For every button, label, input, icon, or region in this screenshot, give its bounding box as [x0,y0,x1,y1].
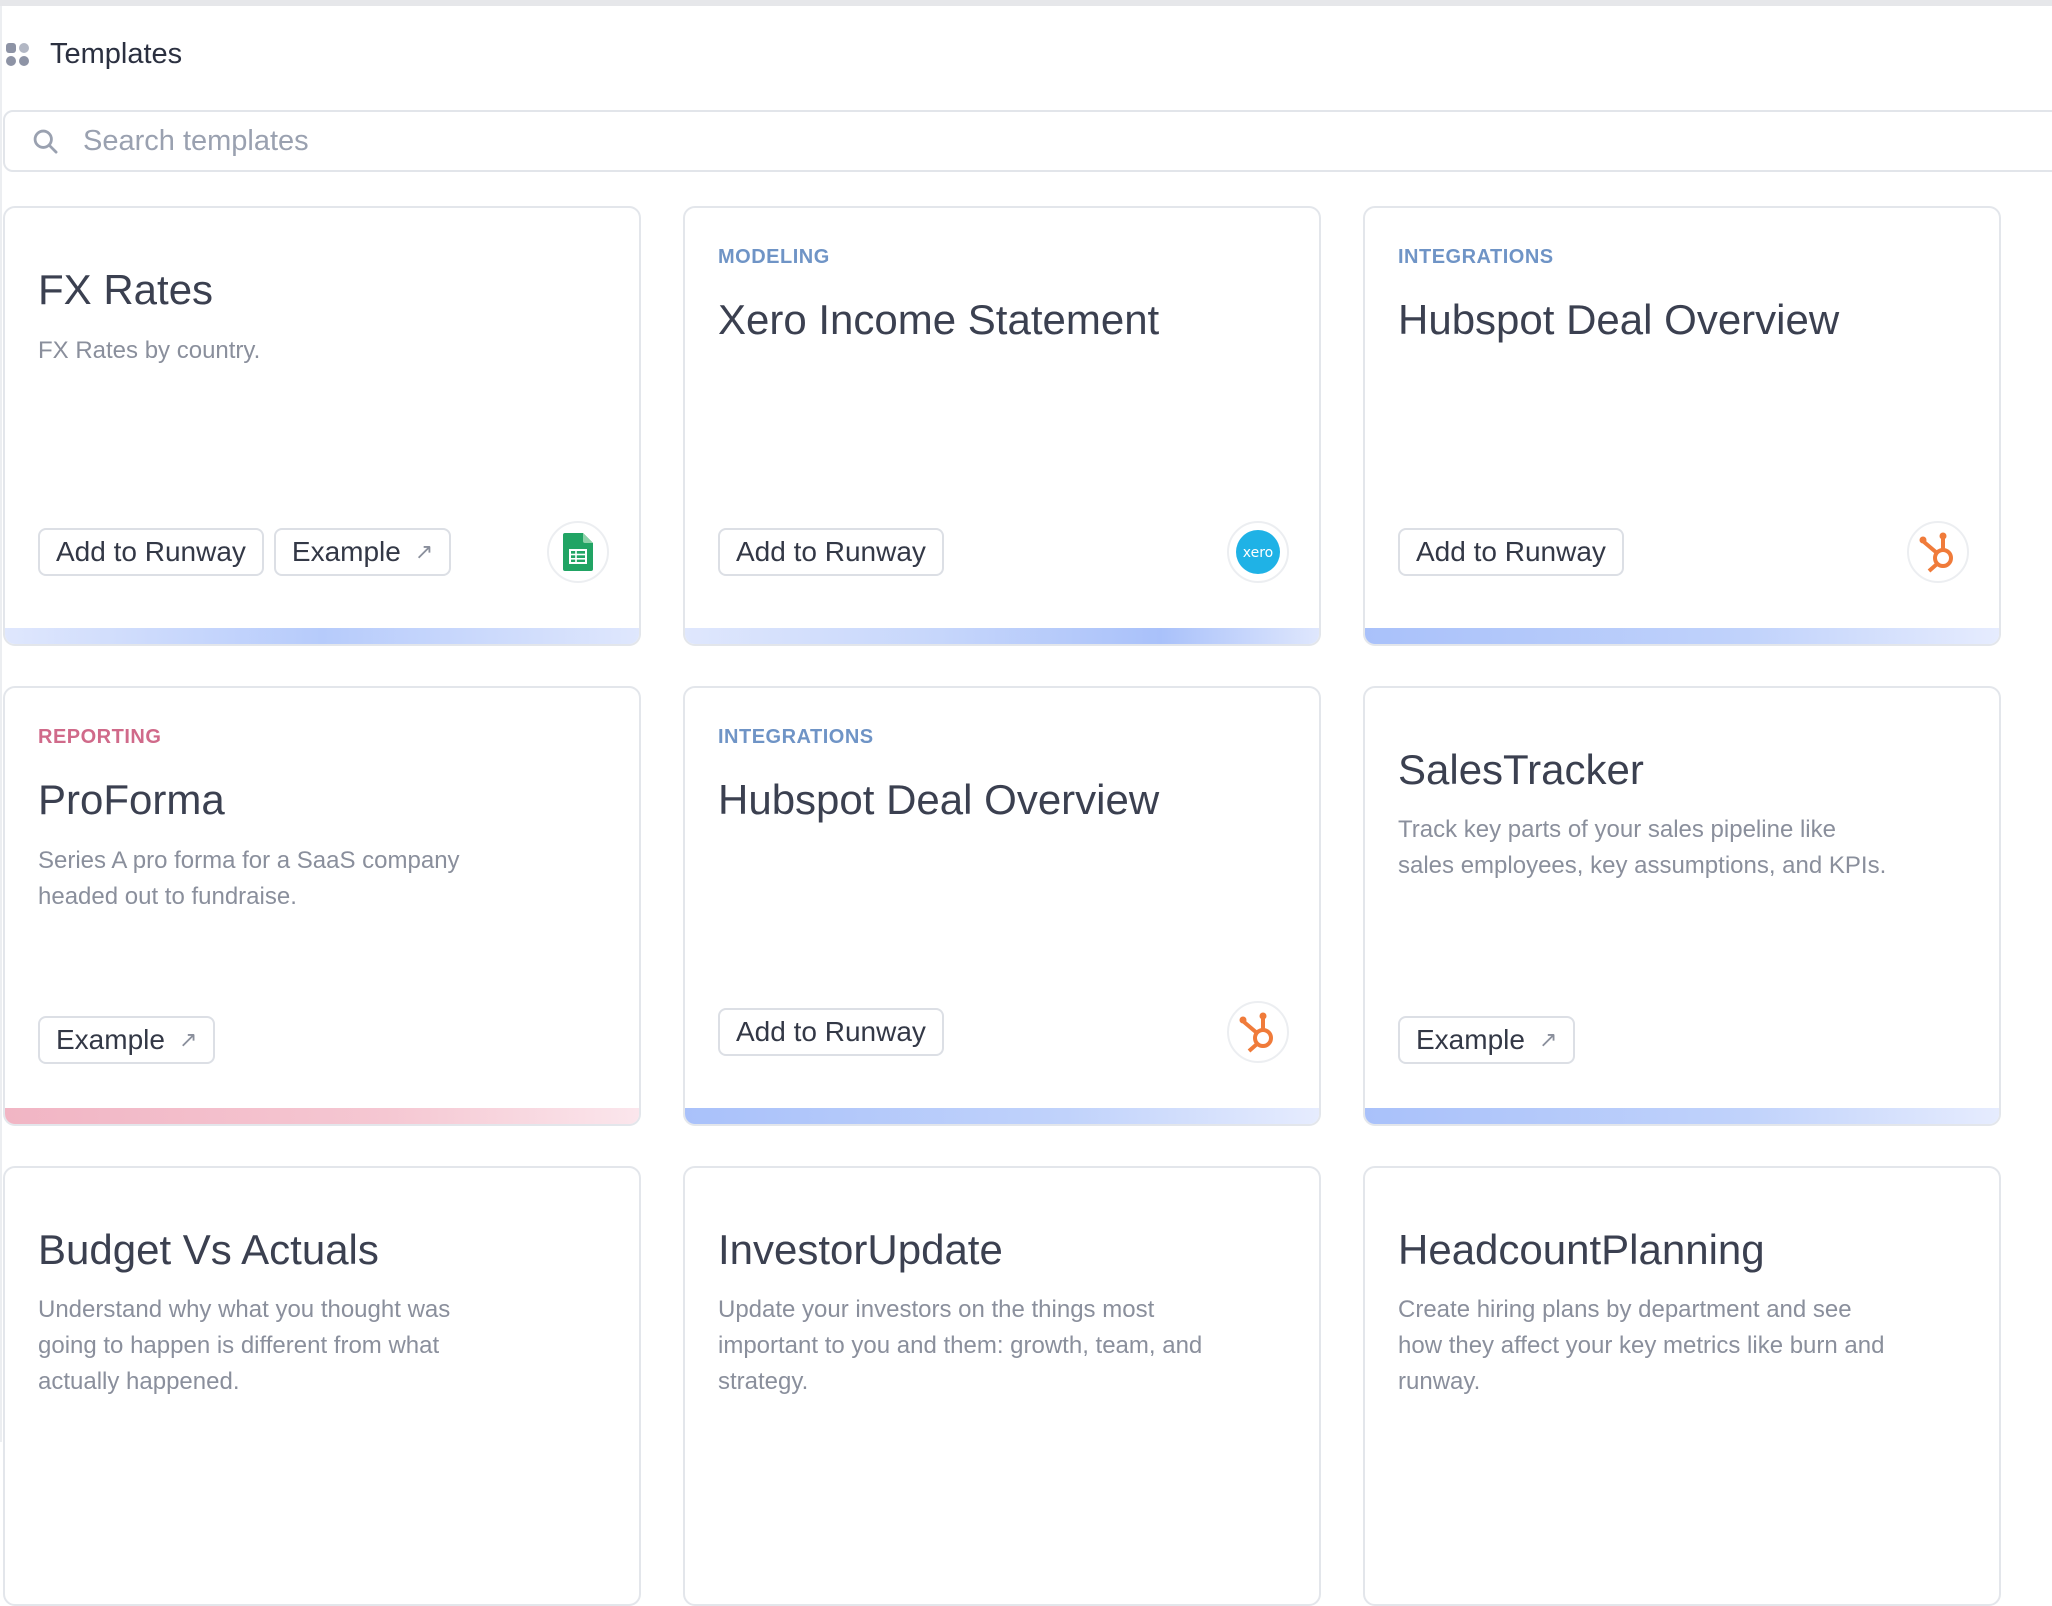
card-actions: Add to Runway [1398,528,1624,576]
templates-grid-icon [6,41,32,67]
add-to-runway-button[interactable]: Add to Runway [718,1008,944,1056]
page-title: Templates [50,37,183,70]
card-actions: Add to Runway [718,1008,944,1056]
template-card-budget-vs-actuals[interactable]: Budget Vs Actuals Understand why what yo… [3,1166,641,1606]
card-title: Hubspot Deal Overview [718,776,1160,823]
external-link-icon: ↗ [414,539,434,564]
card-actions: Add to Runway Example ↗ [38,528,452,576]
category-label: INTEGRATIONS [1398,246,1554,268]
card-description: Track key parts of your sales pipeline l… [1398,816,1887,879]
card-accent-bar [5,628,639,644]
template-card-investorupdate[interactable]: InvestorUpdate Update your investors on … [683,1166,1321,1606]
card-description: Update your investors on the things most… [718,1296,1203,1395]
card-title: Budget Vs Actuals [38,1226,379,1273]
card-title: InvestorUpdate [718,1226,1003,1273]
card-accent-bar [685,628,1319,644]
button-label: Add to Runway [736,536,926,567]
card-actions: Add to Runway [718,528,944,576]
example-button[interactable]: Example ↗ [273,528,452,576]
card-accent-bar [1365,1108,1999,1124]
button-label: Example [56,1024,165,1055]
card-accent-bar [1365,628,1999,644]
category-label: REPORTING [38,726,162,748]
example-button[interactable]: Example ↗ [1398,1016,1576,1064]
card-title: SalesTracker [1398,746,1644,793]
card-description: FX Rates by country. [38,337,261,364]
svg-text:xero: xero [1243,545,1273,561]
template-card-hubspot-deal-overview-2[interactable]: INTEGRATIONS Hubspot Deal Overview Add t… [683,686,1321,1126]
card-title: ProForma [38,776,225,823]
category-label: INTEGRATIONS [718,726,874,748]
template-card-proforma[interactable]: REPORTING ProForma Series A pro forma fo… [3,686,641,1126]
card-description: Create hiring plans by department and se… [1398,1296,1885,1395]
template-card-hubspot-deal-overview[interactable]: INTEGRATIONS Hubspot Deal Overview Add t… [1363,206,2001,646]
button-label: Add to Runway [736,1016,926,1047]
card-actions: Example ↗ [38,1016,216,1064]
card-description: Series A pro forma for a SaaS company he… [38,847,460,910]
template-card-fx-rates[interactable]: FX Rates FX Rates by country. Add to Run… [3,206,641,646]
card-accent-bar [5,1108,639,1124]
search-icon [31,127,79,155]
card-accent-bar [685,1108,1319,1124]
search-input[interactable] [81,123,985,159]
hubspot-icon [1227,1001,1289,1063]
page-header: Templates [0,30,182,78]
button-label: Example [291,536,401,567]
template-card-headcountplanning[interactable]: HeadcountPlanning Create hiring plans by… [1363,1166,2001,1606]
template-card-salestracker[interactable]: SalesTracker Track key parts of your sal… [1363,686,2001,1126]
add-to-runway-button[interactable]: Add to Runway [1398,528,1624,576]
add-to-runway-button[interactable]: Add to Runway [718,528,944,576]
window-top-border [0,0,2052,6]
button-label: Add to Runway [1416,536,1606,567]
example-button[interactable]: Example ↗ [38,1016,216,1064]
template-card-xero-income-statement[interactable]: MODELING Xero Income Statement Add to Ru… [683,206,1321,646]
left-divider [0,6,2,1442]
hubspot-icon [1907,521,1969,583]
card-description: Understand why what you thought was goin… [38,1296,451,1395]
category-label: MODELING [718,246,830,268]
button-label: Example [1416,1024,1525,1055]
external-link-icon: ↗ [1538,1027,1558,1052]
card-title: Hubspot Deal Overview [1398,296,1840,343]
card-title: Xero Income Statement [718,296,1160,343]
google-sheets-icon [547,521,609,583]
xero-icon: xero [1227,521,1289,583]
button-label: Add to Runway [56,536,246,567]
external-link-icon: ↗ [178,1027,198,1052]
card-title: FX Rates [38,266,214,313]
card-title: HeadcountPlanning [1398,1226,1765,1273]
search-bar[interactable] [3,110,2052,172]
card-actions: Example ↗ [1398,1016,1576,1064]
add-to-runway-button[interactable]: Add to Runway [38,528,264,576]
